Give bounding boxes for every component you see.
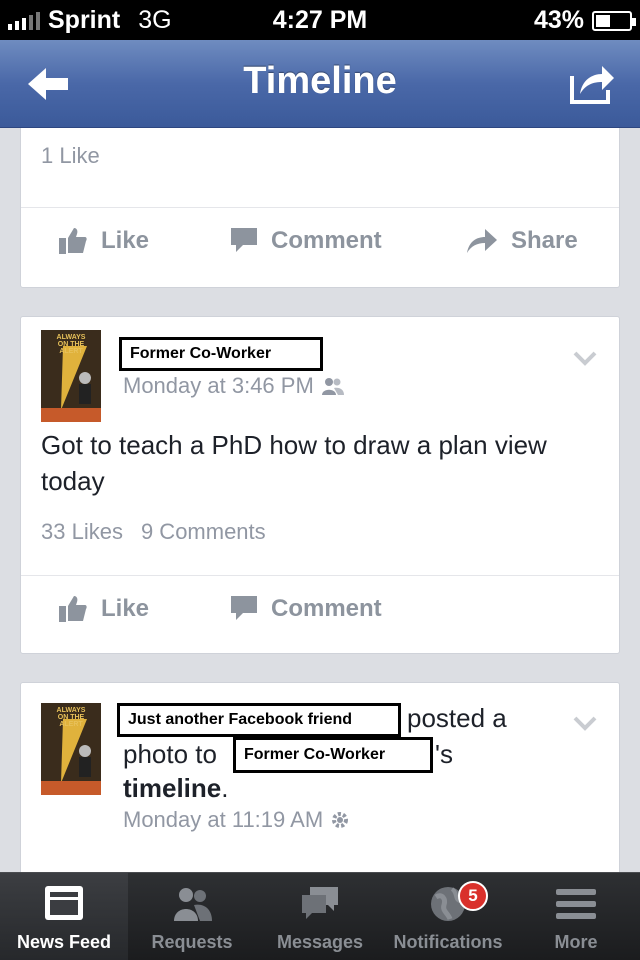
nav-bar: Timeline bbox=[0, 40, 640, 128]
tab-bar: News Feed Requests Messages 5 Notificati… bbox=[0, 872, 640, 960]
tab-label: News Feed bbox=[16, 932, 112, 952]
comment-icon bbox=[231, 228, 257, 252]
share-button[interactable]: Share bbox=[467, 227, 578, 255]
tab-messages[interactable]: Messages bbox=[256, 873, 384, 960]
post-stats: 33 Likes 9 Comments bbox=[41, 519, 266, 545]
story-photo-to: photo to bbox=[123, 739, 217, 769]
thumbs-up-icon bbox=[59, 596, 87, 622]
share-label: Share bbox=[511, 227, 578, 254]
comments-count[interactable]: 9 Comments bbox=[141, 519, 266, 545]
notification-badge: 5 bbox=[458, 881, 488, 911]
news-feed-icon bbox=[45, 886, 83, 920]
comment-button[interactable]: Comment bbox=[231, 595, 382, 623]
chevron-down-icon[interactable] bbox=[573, 350, 597, 366]
post-time[interactable]: Monday at 3:46 PM bbox=[123, 373, 314, 399]
comment-icon bbox=[231, 596, 257, 620]
tab-news-feed[interactable]: News Feed bbox=[0, 873, 128, 960]
status-bar: Sprint 3G 4:27 PM 43% bbox=[0, 0, 640, 40]
tab-label: More bbox=[554, 932, 598, 952]
share-icon[interactable] bbox=[568, 62, 616, 106]
post-card: ALWAYS ON THE ALERT Just another Facebook … bbox=[20, 682, 620, 872]
avatar[interactable]: ALWAYS ON THE ALERT bbox=[41, 330, 101, 422]
chevron-down-icon[interactable] bbox=[573, 715, 597, 731]
avatar[interactable]: ALWAYS ON THE ALERT bbox=[41, 703, 101, 795]
comment-label: Comment bbox=[271, 595, 382, 622]
like-label: Like bbox=[101, 227, 150, 254]
news-feed[interactable]: 1 Like Like Comment Share ALWAYS ON THE AL… bbox=[0, 128, 640, 872]
page-title: Timeline bbox=[243, 60, 397, 102]
battery-icon bbox=[592, 10, 636, 31]
target-name[interactable]: Former Co-Worker bbox=[233, 737, 433, 773]
likes-count[interactable]: 1 Like bbox=[41, 143, 100, 169]
messages-icon bbox=[302, 887, 338, 919]
post-card-previous: 1 Like Like Comment Share bbox=[20, 128, 620, 288]
story-verb: posted a bbox=[407, 703, 507, 733]
requests-icon bbox=[174, 888, 212, 921]
author-name[interactable]: Just another Facebook friend bbox=[117, 703, 401, 737]
comment-label: Comment bbox=[271, 227, 382, 254]
likes-count[interactable]: 33 Likes bbox=[41, 519, 123, 545]
story-possessive: 's bbox=[435, 739, 453, 769]
battery-percent: 43% bbox=[533, 6, 584, 34]
like-label: Like bbox=[101, 595, 150, 622]
comment-button[interactable]: Comment bbox=[231, 227, 382, 255]
friends-audience-icon bbox=[321, 378, 344, 395]
like-button[interactable]: Like bbox=[59, 227, 149, 255]
tab-requests[interactable]: Requests bbox=[128, 873, 256, 960]
post-time[interactable]: Monday at 11:19 AM bbox=[123, 807, 323, 833]
post-meta: Monday at 3:46 PM bbox=[123, 373, 344, 399]
tab-label: Notifications bbox=[393, 932, 503, 952]
story-period: . bbox=[221, 773, 229, 803]
gear-icon bbox=[332, 812, 349, 828]
share-arrow-icon bbox=[467, 229, 497, 253]
post-text: Got to teach a PhD how to draw a plan vi… bbox=[41, 430, 547, 496]
tab-more[interactable]: More bbox=[512, 873, 640, 960]
tab-label: Messages bbox=[276, 932, 364, 952]
like-button[interactable]: Like bbox=[59, 595, 149, 623]
tab-label: Requests bbox=[151, 932, 233, 952]
more-icon bbox=[556, 889, 596, 919]
thumbs-up-icon bbox=[59, 228, 87, 254]
story-timeline: timeline. bbox=[123, 773, 228, 804]
post-meta: Monday at 11:19 AM bbox=[123, 807, 349, 833]
post-card: ALWAYS ON THE ALERT Former Co-Worker Monda… bbox=[20, 316, 620, 654]
author-name[interactable]: Former Co-Worker bbox=[119, 337, 323, 371]
timeline-link[interactable]: timeline bbox=[123, 773, 221, 803]
tab-notifications[interactable]: 5 Notifications bbox=[384, 873, 512, 960]
